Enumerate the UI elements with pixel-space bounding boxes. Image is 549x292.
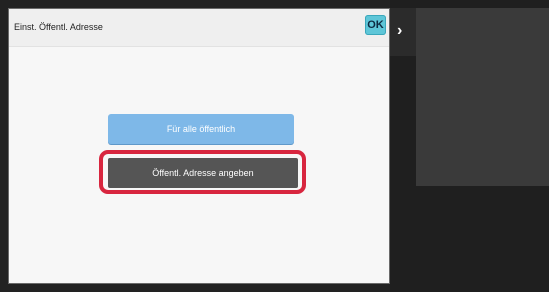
dialog-title: Einst. Öffentl. Adresse — [14, 22, 103, 32]
screen: Einst. Öffentl. Adresse OK Für alle öffe… — [0, 0, 549, 292]
specify-public-address-button[interactable]: Öffentl. Adresse angeben — [108, 158, 298, 188]
preview-area — [416, 8, 549, 186]
public-address-dialog: Einst. Öffentl. Adresse OK Für alle öffe… — [8, 8, 390, 284]
side-panel-toggle[interactable]: › — [390, 8, 416, 56]
side-panel: › — [390, 0, 549, 292]
ok-button[interactable]: OK — [365, 15, 386, 35]
dialog-header: Einst. Öffentl. Adresse OK — [9, 9, 389, 47]
chevron-right-icon: › — [397, 22, 403, 39]
public-for-all-button[interactable]: Für alle öffentlich — [108, 114, 294, 144]
